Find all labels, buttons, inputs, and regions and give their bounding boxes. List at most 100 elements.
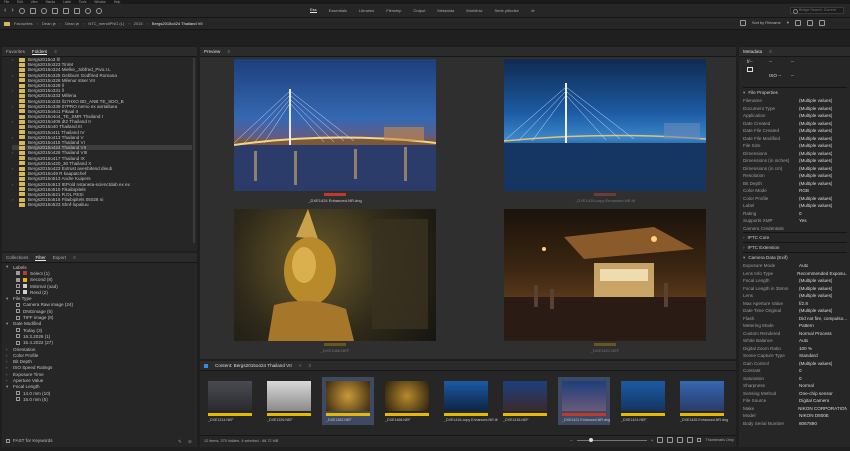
zoom-in-icon[interactable]: + xyxy=(651,438,654,443)
metadata-value[interactable]: Auto xyxy=(799,263,808,268)
open-recent-icon[interactable] xyxy=(819,20,826,26)
panel-tab-folders[interactable]: Folders xyxy=(31,49,48,55)
workspace-tab[interactable]: Libraries xyxy=(359,8,374,13)
stamp-icon[interactable] xyxy=(73,7,80,14)
boomerang-icon[interactable] xyxy=(40,7,47,14)
filter-view-icon[interactable] xyxy=(687,437,694,443)
camera-icon[interactable] xyxy=(51,7,58,14)
metadata-value[interactable]: One-chip sensor xyxy=(799,391,833,396)
metadata-value[interactable]: (Multiple values) xyxy=(799,98,832,103)
expand-chevron-icon[interactable]: › xyxy=(12,57,16,62)
refine-icon[interactable] xyxy=(62,7,69,14)
back-icon[interactable]: ‹ xyxy=(4,7,6,14)
metadata-value[interactable]: (Multiple values) xyxy=(799,151,832,156)
panel-tab-collections[interactable]: Collections xyxy=(6,255,28,260)
pin-icon[interactable]: ✎ xyxy=(178,439,182,445)
filter-checkbox[interactable] xyxy=(16,277,20,282)
metadata-value[interactable]: (Multiple values) xyxy=(799,106,832,111)
content-thumbnail[interactable]: _DXE1426 Enhanced-NR.dng xyxy=(676,377,728,425)
slider-handle[interactable] xyxy=(588,437,593,442)
metadata-value[interactable]: (Multiple values) xyxy=(799,113,832,118)
metadata-value[interactable]: (Multiple values) xyxy=(799,293,832,298)
filter-item[interactable]: 15.0 mm (5) xyxy=(6,396,192,402)
metadata-value[interactable]: (Multiple values) xyxy=(799,166,832,171)
metadata-value[interactable]: (Multiple values) xyxy=(799,203,832,208)
content-thumbnail[interactable]: _DXE1362.NEF xyxy=(322,377,374,425)
list-view-icon[interactable] xyxy=(677,437,684,443)
workspace-tab[interactable]: Ess xyxy=(310,7,317,13)
workspace-tab[interactable]: Serie pittorike xyxy=(494,8,518,13)
metadata-value[interactable]: (Multiple values) xyxy=(799,308,832,313)
preview-menu-icon[interactable]: ≡ xyxy=(227,49,230,54)
metadata-value[interactable]: RGB xyxy=(799,188,809,193)
preview-image-2[interactable] xyxy=(504,59,706,191)
metadata-value[interactable]: 0 xyxy=(799,211,802,216)
workspace-tab[interactable]: Filmstrip xyxy=(386,8,401,13)
metadata-value[interactable]: (Multiple values) xyxy=(799,143,832,148)
filter-checkbox[interactable] xyxy=(16,315,20,320)
forward-icon[interactable]: › xyxy=(11,7,13,14)
metadata-value[interactable]: Recommended Exposu... xyxy=(797,271,847,276)
content-thumbnail[interactable]: _DXE1314.NEF xyxy=(204,377,256,425)
metadata-value[interactable]: 100 % xyxy=(799,346,812,351)
panel-menu-icon[interactable]: ≡ xyxy=(73,255,76,260)
metadata-value[interactable]: Did not fire, compulso... xyxy=(799,316,847,321)
expand-chevron-icon[interactable]: › xyxy=(12,73,16,78)
search-field[interactable]: Bridge Search: Current xyxy=(790,7,844,14)
metadata-value[interactable]: Standard xyxy=(799,353,818,358)
metadata-value[interactable]: (Multiple values) xyxy=(799,173,832,178)
folder-item[interactable]: Bergs2015o523 Shnf-lopaliuu xyxy=(12,202,192,207)
metadata-value[interactable]: (Multiple values) xyxy=(799,136,832,141)
content-thumbnail[interactable]: _DXE1466.NEF xyxy=(381,377,433,425)
preview-image-4[interactable] xyxy=(504,209,706,341)
expand-chevron-icon[interactable]: › xyxy=(12,166,16,171)
filter-checkbox[interactable] xyxy=(16,309,20,314)
content-menu-icon[interactable]: ≡ xyxy=(308,363,311,368)
path-segment[interactable]: NTC_mendiPNG (L) xyxy=(88,21,124,26)
add-tab-icon[interactable]: + xyxy=(299,363,302,368)
metadata-value[interactable]: (Multiple values) xyxy=(799,286,832,291)
delete-icon[interactable] xyxy=(807,20,814,26)
content-thumbnail[interactable]: _DXE1421 Enhanced-NR.dng xyxy=(558,377,610,425)
history-icon[interactable] xyxy=(18,7,25,14)
filter-checkbox[interactable] xyxy=(16,334,20,339)
content-thumbnail[interactable]: _DXE1416.NEF xyxy=(499,377,551,425)
metadata-value[interactable]: (Multiple values) xyxy=(799,361,832,366)
panel-tab-favorites[interactable]: Favorites xyxy=(6,49,25,54)
expand-chevron-icon[interactable]: › xyxy=(12,182,16,187)
zoom-out-icon[interactable]: − xyxy=(570,438,573,443)
folders-scrollbar[interactable] xyxy=(193,58,195,243)
panel-menu-icon[interactable]: ≡ xyxy=(54,49,57,54)
return-icon[interactable] xyxy=(29,7,36,14)
rotate-right-icon[interactable] xyxy=(95,7,102,14)
metadata-value[interactable]: Normal xyxy=(799,383,814,388)
path-segment[interactable]: Dean je xyxy=(42,21,56,26)
fast-keywords-checkbox[interactable] xyxy=(6,438,10,443)
metadata-value[interactable]: (Multiple values) xyxy=(799,121,832,126)
filter-checkbox[interactable] xyxy=(16,340,20,345)
filter-checkbox[interactable] xyxy=(16,391,20,396)
preview-image-3[interactable] xyxy=(234,209,436,341)
details-view-icon[interactable] xyxy=(667,437,674,443)
metadata-section[interactable]: ▾ Camera Data (Exif) xyxy=(743,252,847,262)
expand-chevron-icon[interactable]: › xyxy=(12,135,16,140)
metadata-value[interactable]: Pattern xyxy=(799,323,814,328)
workspace-more[interactable]: ≫ xyxy=(531,8,535,13)
expand-chevron-icon[interactable]: › xyxy=(12,197,16,202)
filter-checkbox[interactable] xyxy=(16,397,20,402)
metadata-value[interactable]: 6067890 xyxy=(799,421,817,426)
filter-checkbox[interactable] xyxy=(16,290,20,295)
expand-chevron-icon[interactable]: › xyxy=(12,119,16,124)
metadata-value[interactable]: Yes xyxy=(799,218,807,223)
expand-chevron-icon[interactable]: › xyxy=(12,150,16,155)
metadata-value[interactable]: NIKON CORPORATION xyxy=(798,406,847,411)
path-segment[interactable]: Dean je xyxy=(65,21,79,26)
content-thumbnail[interactable]: _DXE1416-copy Enhanced-NR.tif xyxy=(440,377,498,425)
sort-dropdown[interactable]: Sort by Filename xyxy=(752,21,781,25)
metadata-section[interactable]: › IPTC Extension xyxy=(743,242,847,252)
grid-view-icon[interactable] xyxy=(657,437,664,443)
content-thumbnail[interactable]: _DXE1339.NEF xyxy=(263,377,315,425)
expand-chevron-icon[interactable]: › xyxy=(12,104,16,109)
expand-chevron-icon[interactable]: › xyxy=(12,88,16,93)
workspace-tab[interactable]: Workflow xyxy=(466,8,482,13)
